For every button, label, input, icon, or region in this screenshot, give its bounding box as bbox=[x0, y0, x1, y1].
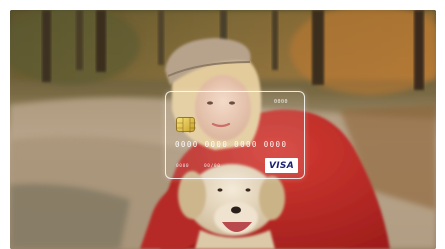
card-sub-left: 0000 bbox=[176, 164, 190, 169]
credit-card-overlay: 0000 0000 0000 0000 0000 0000 00/00 VISA bbox=[165, 91, 305, 179]
card-top-digits: 0000 bbox=[274, 99, 289, 105]
card-number: 0000 0000 0000 0000 bbox=[175, 140, 288, 149]
chip-icon bbox=[176, 117, 196, 133]
image-frame: 0000 0000 0000 0000 0000 0000 00/00 VISA bbox=[0, 0, 445, 249]
visa-label: VISA bbox=[269, 160, 294, 171]
chip-lines bbox=[177, 118, 196, 133]
visa-logo-icon: VISA bbox=[265, 158, 298, 173]
card-expiry: 00/00 bbox=[204, 164, 221, 169]
